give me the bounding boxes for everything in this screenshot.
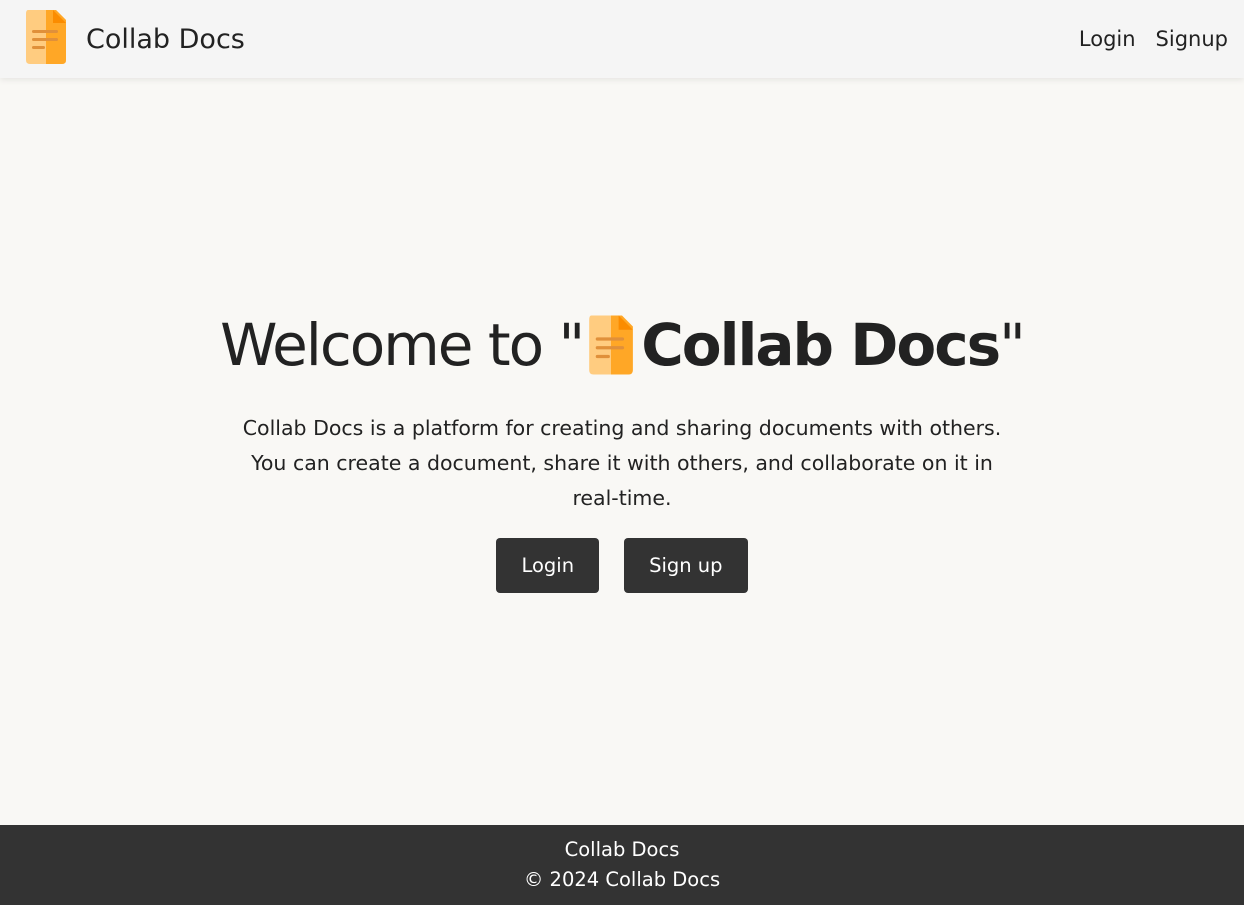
signup-button[interactable]: Sign up <box>624 537 748 593</box>
nav-links: Login Signup <box>1079 27 1228 51</box>
footer: Collab Docs © 2024 Collab Docs <box>0 825 1244 905</box>
brand-name: Collab Docs <box>86 23 245 55</box>
footer-title: Collab Docs <box>564 838 680 861</box>
footer-copyright: © 2024 Collab Docs <box>523 868 721 891</box>
nav-signup-link[interactable]: Signup <box>1156 27 1228 51</box>
document-icon <box>24 8 68 70</box>
brand[interactable]: Collab Docs <box>24 8 245 70</box>
hero-title-suffix: " <box>999 310 1026 379</box>
hero-description: Collab Docs is a platform for creating a… <box>242 415 1002 510</box>
nav-login-link[interactable]: Login <box>1079 27 1136 51</box>
navbar: Collab Docs Login Signup <box>0 0 1244 78</box>
hero-title-prefix: Welcome to " <box>220 310 585 379</box>
document-icon <box>587 313 635 377</box>
hero-title-brand: Collab Docs <box>641 310 1001 379</box>
hero-buttons: Login Sign up <box>496 537 748 593</box>
hero: Welcome to " Collab Docs " Collab Docs i… <box>0 78 1244 825</box>
login-button[interactable]: Login <box>496 537 600 593</box>
hero-title: Welcome to " Collab Docs " <box>220 310 1026 379</box>
